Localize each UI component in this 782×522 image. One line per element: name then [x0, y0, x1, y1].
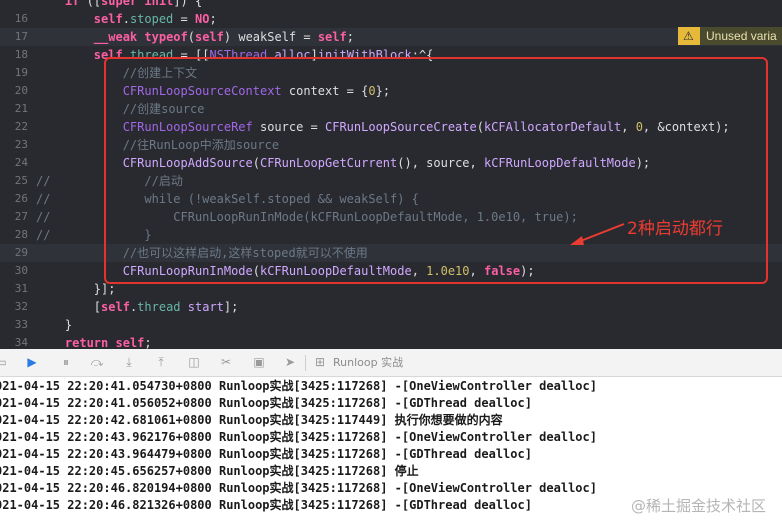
code-line[interactable]: 32 [self.thread start]; — [0, 298, 782, 316]
line-number: 31 — [14, 282, 28, 295]
step-over-icon[interactable]: ⤼ — [90, 355, 104, 369]
breakpoint-icon[interactable]: ▶ — [25, 355, 39, 369]
location-icon[interactable]: ➤ — [283, 355, 297, 369]
line-number: 33 — [14, 318, 28, 331]
view-debugger-icon[interactable]: ◫ — [187, 355, 201, 369]
code-text[interactable]: }]; — [36, 280, 116, 298]
line-number: 21 — [14, 102, 28, 115]
line-number: 27 — [14, 210, 28, 223]
hide-debug-area-icon[interactable]: ▭ — [0, 355, 8, 369]
unused-variable-warning[interactable]: ⚠ Unused varia — [678, 27, 782, 45]
line-number: 26 — [14, 192, 28, 205]
console-log-line[interactable]: 021-04-15 22:20:46.821326+0800 Runloop实战… — [0, 497, 532, 514]
highlight-box — [104, 57, 768, 284]
code-text[interactable]: self.stoped = NO; — [36, 10, 217, 28]
line-number: 20 — [14, 84, 28, 97]
code-line[interactable]: 34 return self; — [0, 334, 782, 349]
warning-text: Unused varia — [700, 27, 782, 45]
watermark: @稀土掘金技术社区 — [630, 497, 766, 515]
code-text[interactable]: __weak typeof(self) weakSelf = self; — [36, 28, 354, 46]
line-number: 24 — [14, 156, 28, 169]
toolbar-divider — [305, 355, 306, 371]
line-number: 28 — [14, 228, 28, 241]
annotation-arrow — [570, 223, 625, 245]
line-number: 19 — [14, 66, 28, 79]
target-icon: ⊞ — [314, 355, 326, 369]
console-log-line[interactable]: 021-04-15 22:20:43.962176+0800 Runloop实战… — [0, 429, 597, 446]
annotation-label: 2种启动都行 — [627, 219, 723, 239]
debug-console[interactable]: 021-04-15 22:20:41.054730+0800 Runloop实战… — [0, 377, 782, 522]
line-number: 16 — [14, 12, 28, 25]
code-line[interactable]: 16 self.stoped = NO; — [0, 10, 782, 28]
debug-toolbar: ▭ ▶ ⏸ ⤼ ⤓ ⤒ ◫ ✂ ▣ ➤ ⊞ Runloop 实战 — [0, 349, 782, 377]
step-into-icon[interactable]: ⤓ — [122, 355, 136, 369]
code-text[interactable]: [self.thread start]; — [36, 298, 239, 316]
line-number: 25 — [14, 174, 28, 187]
code-text[interactable]: } — [36, 316, 72, 334]
line-number: 23 — [14, 138, 28, 151]
line-number: 18 — [14, 48, 28, 61]
process-label[interactable]: Runloop 实战 — [333, 356, 403, 370]
line-number: 29 — [14, 246, 28, 259]
console-log-line[interactable]: 021-04-15 22:20:41.054730+0800 Runloop实战… — [0, 378, 597, 395]
code-text[interactable]: return self; — [36, 334, 152, 349]
code-line[interactable]: if ([super init]) { — [0, 0, 782, 10]
step-out-icon[interactable]: ⤒ — [154, 355, 168, 369]
console-log-line[interactable]: 021-04-15 22:20:42.681061+0800 Runloop实战… — [0, 412, 503, 429]
environment-icon[interactable]: ▣ — [252, 355, 266, 369]
line-number: 17 — [14, 30, 28, 43]
line-number: 32 — [14, 300, 28, 313]
code-line[interactable]: 33 } — [0, 316, 782, 334]
console-log-line[interactable]: 021-04-15 22:20:43.964479+0800 Runloop实战… — [0, 446, 532, 463]
console-log-line[interactable]: 021-04-15 22:20:41.056052+0800 Runloop实战… — [0, 395, 532, 412]
memory-graph-icon[interactable]: ✂ — [219, 355, 233, 369]
line-number: 22 — [14, 120, 28, 133]
console-log-line[interactable]: 021-04-15 22:20:45.656257+0800 Runloop实战… — [0, 463, 419, 480]
line-number: 30 — [14, 264, 28, 277]
code-editor[interactable]: if ([super init]) {16 self.stoped = NO; 1… — [0, 0, 782, 349]
code-line[interactable]: 17 __weak typeof(self) weakSelf = self; — [0, 28, 782, 46]
warning-icon: ⚠ — [683, 29, 694, 43]
line-number: 34 — [14, 336, 28, 349]
console-log-line[interactable]: 021-04-15 22:20:46.820194+0800 Runloop实战… — [0, 480, 597, 497]
code-text[interactable]: if ([super init]) { — [36, 0, 202, 10]
pause-icon[interactable]: ⏸ — [59, 355, 73, 369]
